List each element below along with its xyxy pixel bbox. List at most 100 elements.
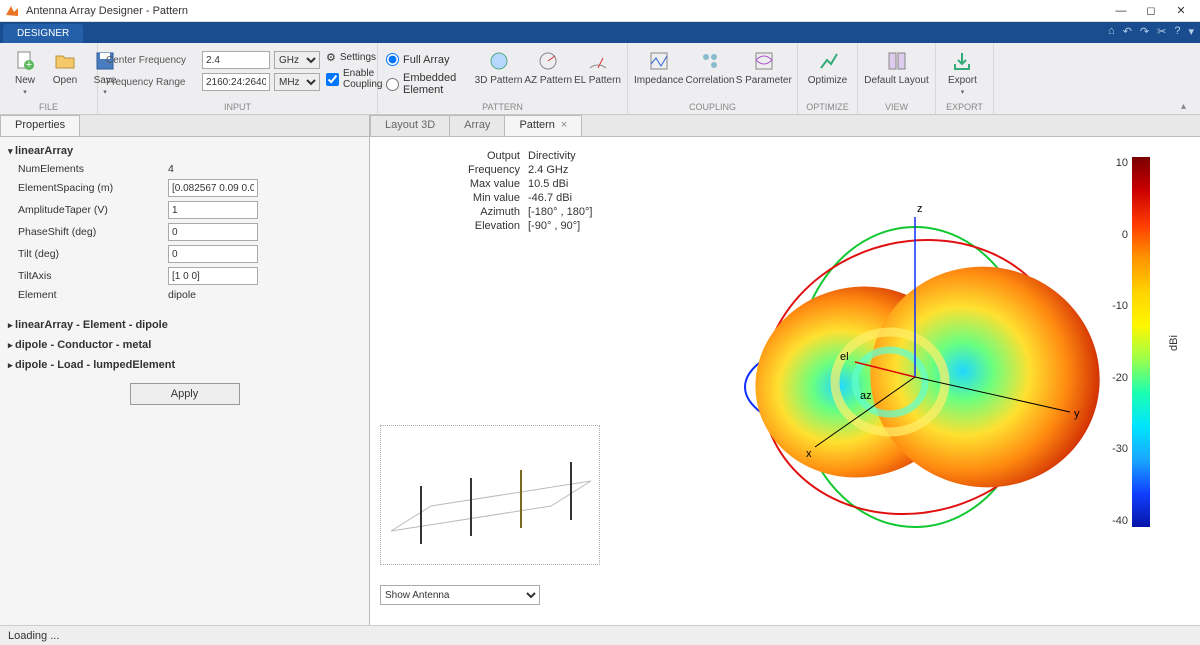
apply-button[interactable]: Apply bbox=[130, 383, 240, 405]
impedance-button[interactable]: Impedance bbox=[636, 47, 681, 88]
optimize-icon bbox=[816, 49, 840, 73]
figure-panel: Layout 3DArrayPattern× Output Directivity… bbox=[370, 115, 1200, 625]
default-layout-button[interactable]: Default Layout bbox=[866, 47, 927, 88]
show-antenna-select[interactable]: Show Antenna bbox=[380, 585, 540, 605]
group-load[interactable]: dipole - Load - lumpedElement bbox=[8, 355, 361, 375]
close-button[interactable]: ✕ bbox=[1166, 1, 1196, 21]
qat-icon[interactable]: ↷ bbox=[1140, 25, 1149, 38]
center-freq-input[interactable] bbox=[202, 51, 270, 69]
new-button[interactable]: + New▾ bbox=[8, 47, 42, 98]
3d-pattern-button[interactable]: 3D Pattern bbox=[477, 47, 521, 88]
info-val: Directivity bbox=[528, 149, 576, 163]
figure-tab[interactable]: Array bbox=[449, 115, 505, 136]
layout-icon bbox=[885, 49, 909, 73]
qat-icon[interactable]: ⌂ bbox=[1108, 25, 1115, 38]
prop-input[interactable] bbox=[168, 223, 258, 241]
embedded-radio[interactable]: Embedded Element bbox=[386, 72, 471, 96]
close-icon[interactable]: × bbox=[561, 119, 567, 131]
qat-icon[interactable]: ↶ bbox=[1123, 25, 1132, 38]
prop-input[interactable] bbox=[168, 267, 258, 285]
prop-row: Elementdipole bbox=[8, 287, 361, 303]
plot-area[interactable]: Output Directivity Frequency 2.4 GHz Max val… bbox=[370, 137, 1200, 625]
qat-icon[interactable]: ✂ bbox=[1157, 25, 1166, 38]
colorbar-ticks: 100-10-20-30-40 bbox=[1112, 157, 1128, 527]
export-icon bbox=[950, 49, 974, 73]
info-key: Min value bbox=[450, 191, 520, 205]
export-button[interactable]: Export▾ bbox=[944, 47, 981, 98]
settings-button[interactable]: ⚙ Settings bbox=[326, 51, 382, 64]
sparam-icon bbox=[752, 49, 776, 73]
pattern-3d-plot[interactable]: z x y el az bbox=[700, 177, 1130, 537]
svg-text:z: z bbox=[917, 203, 923, 215]
el-pattern-button[interactable]: EL Pattern bbox=[576, 47, 619, 88]
optimize-button[interactable]: Optimize bbox=[806, 47, 849, 88]
prop-row: Tilt (deg) bbox=[8, 243, 361, 265]
freq-range-label: Frequency Range bbox=[106, 77, 198, 88]
info-key: Max value bbox=[450, 177, 520, 191]
open-button[interactable]: Open bbox=[48, 47, 82, 88]
maximize-button[interactable]: ◻ bbox=[1136, 1, 1166, 21]
quick-access: ⌂ ↶ ↷ ✂ ? ▾ bbox=[1108, 25, 1194, 38]
prop-value: 4 bbox=[168, 163, 174, 175]
enable-coupling-checkbox[interactable] bbox=[326, 73, 339, 86]
svg-text:az: az bbox=[860, 390, 872, 402]
status-text: Loading ... bbox=[8, 630, 59, 642]
prop-row: NumElements4 bbox=[8, 161, 361, 177]
info-key: Azimuth bbox=[450, 205, 520, 219]
colorbar bbox=[1132, 157, 1150, 527]
freq-range-input[interactable] bbox=[202, 73, 270, 91]
correlation-button[interactable]: Correlation bbox=[687, 47, 732, 88]
group-lineararray[interactable]: linearArray bbox=[8, 141, 361, 161]
window-title: Antenna Array Designer - Pattern bbox=[26, 5, 1106, 17]
colorbar-label: dBi bbox=[1168, 335, 1180, 351]
gear-icon: ⚙ bbox=[326, 51, 336, 64]
group-label-export: EXPORT bbox=[944, 100, 985, 112]
pattern-info: Output Directivity Frequency 2.4 GHz Max val… bbox=[450, 149, 592, 233]
qat-help-icon[interactable]: ? bbox=[1174, 25, 1180, 38]
figure-tabs: Layout 3DArrayPattern× bbox=[370, 115, 1200, 137]
colorbar-tick: 0 bbox=[1122, 229, 1128, 241]
sparameter-button[interactable]: S Parameter bbox=[739, 47, 790, 88]
impedance-icon bbox=[647, 49, 671, 73]
prop-name: AmplitudeTaper (V) bbox=[18, 204, 168, 216]
minimize-button[interactable]: — bbox=[1106, 1, 1136, 21]
colorbar-tick: -40 bbox=[1112, 515, 1128, 527]
qat-icon[interactable]: ▾ bbox=[1188, 25, 1194, 38]
prop-input[interactable] bbox=[168, 179, 258, 197]
prop-row: ElementSpacing (m) bbox=[8, 177, 361, 199]
group-label-coupling: COUPLING bbox=[636, 100, 789, 112]
prop-value: dipole bbox=[168, 289, 196, 301]
svg-text:el: el bbox=[840, 351, 849, 363]
full-array-radio[interactable]: Full Array bbox=[386, 53, 471, 66]
info-key: Output bbox=[450, 149, 520, 163]
center-freq-unit[interactable]: GHz bbox=[274, 51, 320, 69]
prop-name: Element bbox=[18, 289, 168, 301]
prop-name: PhaseShift (deg) bbox=[18, 226, 168, 238]
prop-row: AmplitudeTaper (V) bbox=[8, 199, 361, 221]
group-conductor[interactable]: dipole - Conductor - metal bbox=[8, 335, 361, 355]
svg-text:+: + bbox=[26, 59, 32, 71]
tab-properties[interactable]: Properties bbox=[0, 115, 80, 136]
freq-range-unit[interactable]: MHz bbox=[274, 73, 320, 91]
info-val: 2.4 GHz bbox=[528, 163, 568, 177]
prop-name: NumElements bbox=[18, 163, 168, 175]
prop-input[interactable] bbox=[168, 201, 258, 219]
prop-name: Tilt (deg) bbox=[18, 248, 168, 260]
group-label-pattern: PATTERN bbox=[386, 100, 619, 112]
info-val: 10.5 dBi bbox=[528, 177, 568, 191]
tab-designer[interactable]: DESIGNER bbox=[3, 24, 83, 43]
toolstrip: + New▾ Open Save▾ FILE Center Frequency … bbox=[0, 43, 1200, 115]
group-label-view: VIEW bbox=[866, 100, 927, 112]
figure-tab[interactable]: Layout 3D bbox=[370, 115, 450, 136]
new-icon: + bbox=[13, 49, 37, 73]
info-key: Frequency bbox=[450, 163, 520, 177]
antenna-thumbnail[interactable] bbox=[380, 425, 600, 565]
prop-row: TiltAxis bbox=[8, 265, 361, 287]
info-val: [-180° , 180°] bbox=[528, 205, 592, 219]
figure-tab[interactable]: Pattern× bbox=[504, 115, 582, 136]
prop-input[interactable] bbox=[168, 245, 258, 263]
group-label-optimize: OPTIMIZE bbox=[806, 100, 849, 112]
az-pattern-button[interactable]: AZ Pattern bbox=[526, 47, 570, 88]
colorbar-tick: -30 bbox=[1112, 443, 1128, 455]
group-element-dipole[interactable]: linearArray - Element - dipole bbox=[8, 315, 361, 335]
